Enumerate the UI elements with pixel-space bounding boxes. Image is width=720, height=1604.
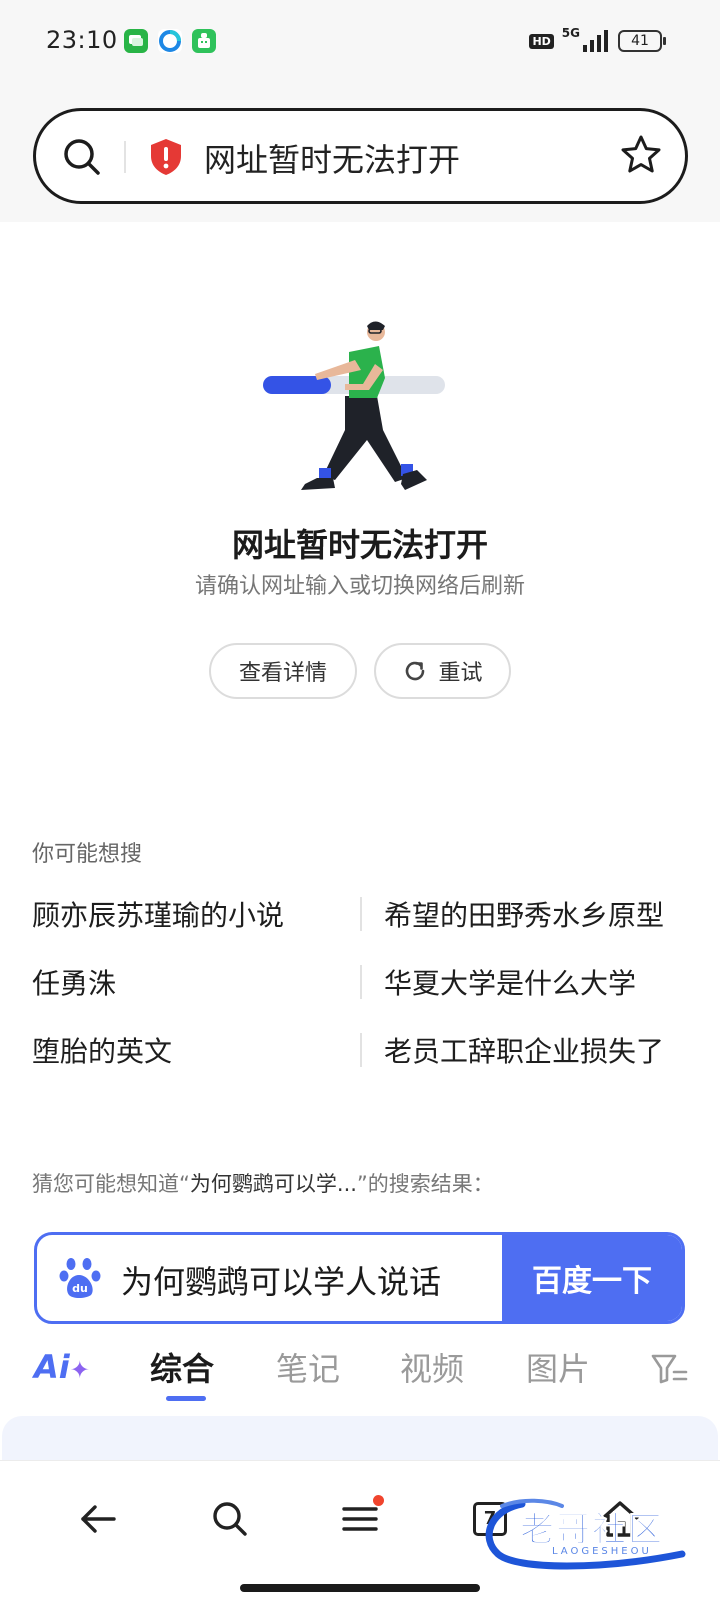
result-tabs: Ai✦ 综合 笔记 视频 图片 — [0, 1340, 720, 1401]
notification-dot — [373, 1495, 384, 1506]
status-bar: 23:10 HD 5G 41 — [0, 0, 720, 82]
battery-icon: 41 — [618, 30, 666, 52]
view-details-button[interactable]: 查看详情 — [209, 643, 357, 699]
baidu-search-button[interactable]: 百度一下 — [502, 1235, 682, 1321]
error-subtitle: 请确认网址输入或切换网络后刷新 — [194, 574, 525, 599]
error-illustration — [263, 321, 445, 490]
watermark-logo: 老哥社区 LAOGESHEOU — [482, 1494, 702, 1572]
guess-suffix: ”的搜索结果： — [356, 1172, 494, 1196]
view-details-label: 查看详情 — [238, 661, 327, 686]
suggestion-item[interactable]: 老员工辞职企业损失了 — [384, 1030, 664, 1070]
baidu-query-input[interactable]: 为何鹦鹉可以学人说话 — [121, 1257, 441, 1303]
suggestion-item[interactable]: 华夏大学是什么大学 — [384, 962, 636, 1002]
svg-text:du: du — [72, 1282, 88, 1295]
search-nav-button[interactable] — [206, 1495, 254, 1543]
top-area: 23:10 HD 5G 41 网址暂时无法打开 — [0, 0, 720, 222]
address-text[interactable]: 网址暂时无法打开 — [204, 135, 460, 181]
browser-app-icon — [158, 29, 182, 53]
watermark-text: 老哥社区 — [520, 1510, 664, 1551]
refresh-icon — [406, 661, 425, 681]
search-icon[interactable] — [60, 135, 104, 179]
baidu-search-button-label: 百度一下 — [532, 1264, 652, 1299]
filter-icon[interactable] — [650, 1352, 690, 1386]
watermark-subtext: LAOGESHEOU — [552, 1546, 652, 1557]
hd-badge: HD — [529, 33, 554, 49]
retry-label: 重试 — [438, 661, 483, 686]
search-icon — [213, 1502, 247, 1536]
ai-tab[interactable]: Ai✦ — [34, 1348, 90, 1386]
suggestion-item[interactable]: 希望的田野秀水乡原型 — [384, 894, 664, 934]
error-title: 网址暂时无法打开 — [231, 526, 488, 564]
back-button[interactable] — [74, 1495, 122, 1543]
bookmark-star-icon[interactable] — [619, 133, 663, 177]
sparkle-icon: ✦ — [69, 1356, 90, 1384]
suggestion-divider — [360, 965, 362, 999]
messages-app-icon — [124, 29, 148, 53]
status-indicators: HD 5G 41 — [529, 26, 666, 56]
guess-query: 为何鹦鹉可以学... — [189, 1172, 357, 1196]
guess-line: 猜您可能想知道“为何鹦鹉可以学...”的搜索结果： — [32, 1168, 494, 1198]
security-warning-icon[interactable] — [148, 137, 184, 177]
address-bar[interactable]: 网址暂时无法打开 — [33, 108, 688, 204]
suggestion-divider — [360, 1033, 362, 1067]
suggestion-item[interactable]: 顾亦辰苏瑾瑜的小说 — [32, 894, 284, 934]
suggestion-item[interactable]: 堕胎的英文 — [32, 1030, 172, 1070]
status-time: 23:10 — [46, 26, 118, 54]
android-app-icon — [192, 29, 216, 53]
baidu-paw-icon: du — [59, 1258, 101, 1298]
active-tab-indicator — [166, 1396, 206, 1401]
retry-button[interactable]: 重试 — [374, 643, 511, 699]
address-divider — [124, 141, 126, 173]
suggestion-item[interactable]: 任勇洙 — [32, 962, 116, 1002]
tab-notes[interactable]: 笔记 — [276, 1344, 340, 1390]
guess-prefix: 猜您可能想知道“ — [32, 1172, 190, 1196]
battery-level: 41 — [631, 33, 649, 49]
network-type: 5G — [561, 26, 580, 40]
tab-comprehensive[interactable]: 综合 — [150, 1344, 214, 1390]
ai-label: Ai — [34, 1348, 70, 1386]
menu-icon — [342, 1507, 378, 1531]
back-arrow-icon — [81, 1505, 116, 1533]
suggestion-divider — [360, 897, 362, 931]
suggestions-heading: 你可能想搜 — [32, 842, 143, 867]
home-indicator — [240, 1584, 480, 1592]
tab-images[interactable]: 图片 — [526, 1344, 590, 1390]
baidu-search-box[interactable]: du 为何鹦鹉可以学人说话 百度一下 — [34, 1232, 685, 1324]
tab-video[interactable]: 视频 — [400, 1344, 464, 1390]
menu-button[interactable] — [336, 1495, 384, 1543]
signal-icon — [583, 30, 608, 52]
